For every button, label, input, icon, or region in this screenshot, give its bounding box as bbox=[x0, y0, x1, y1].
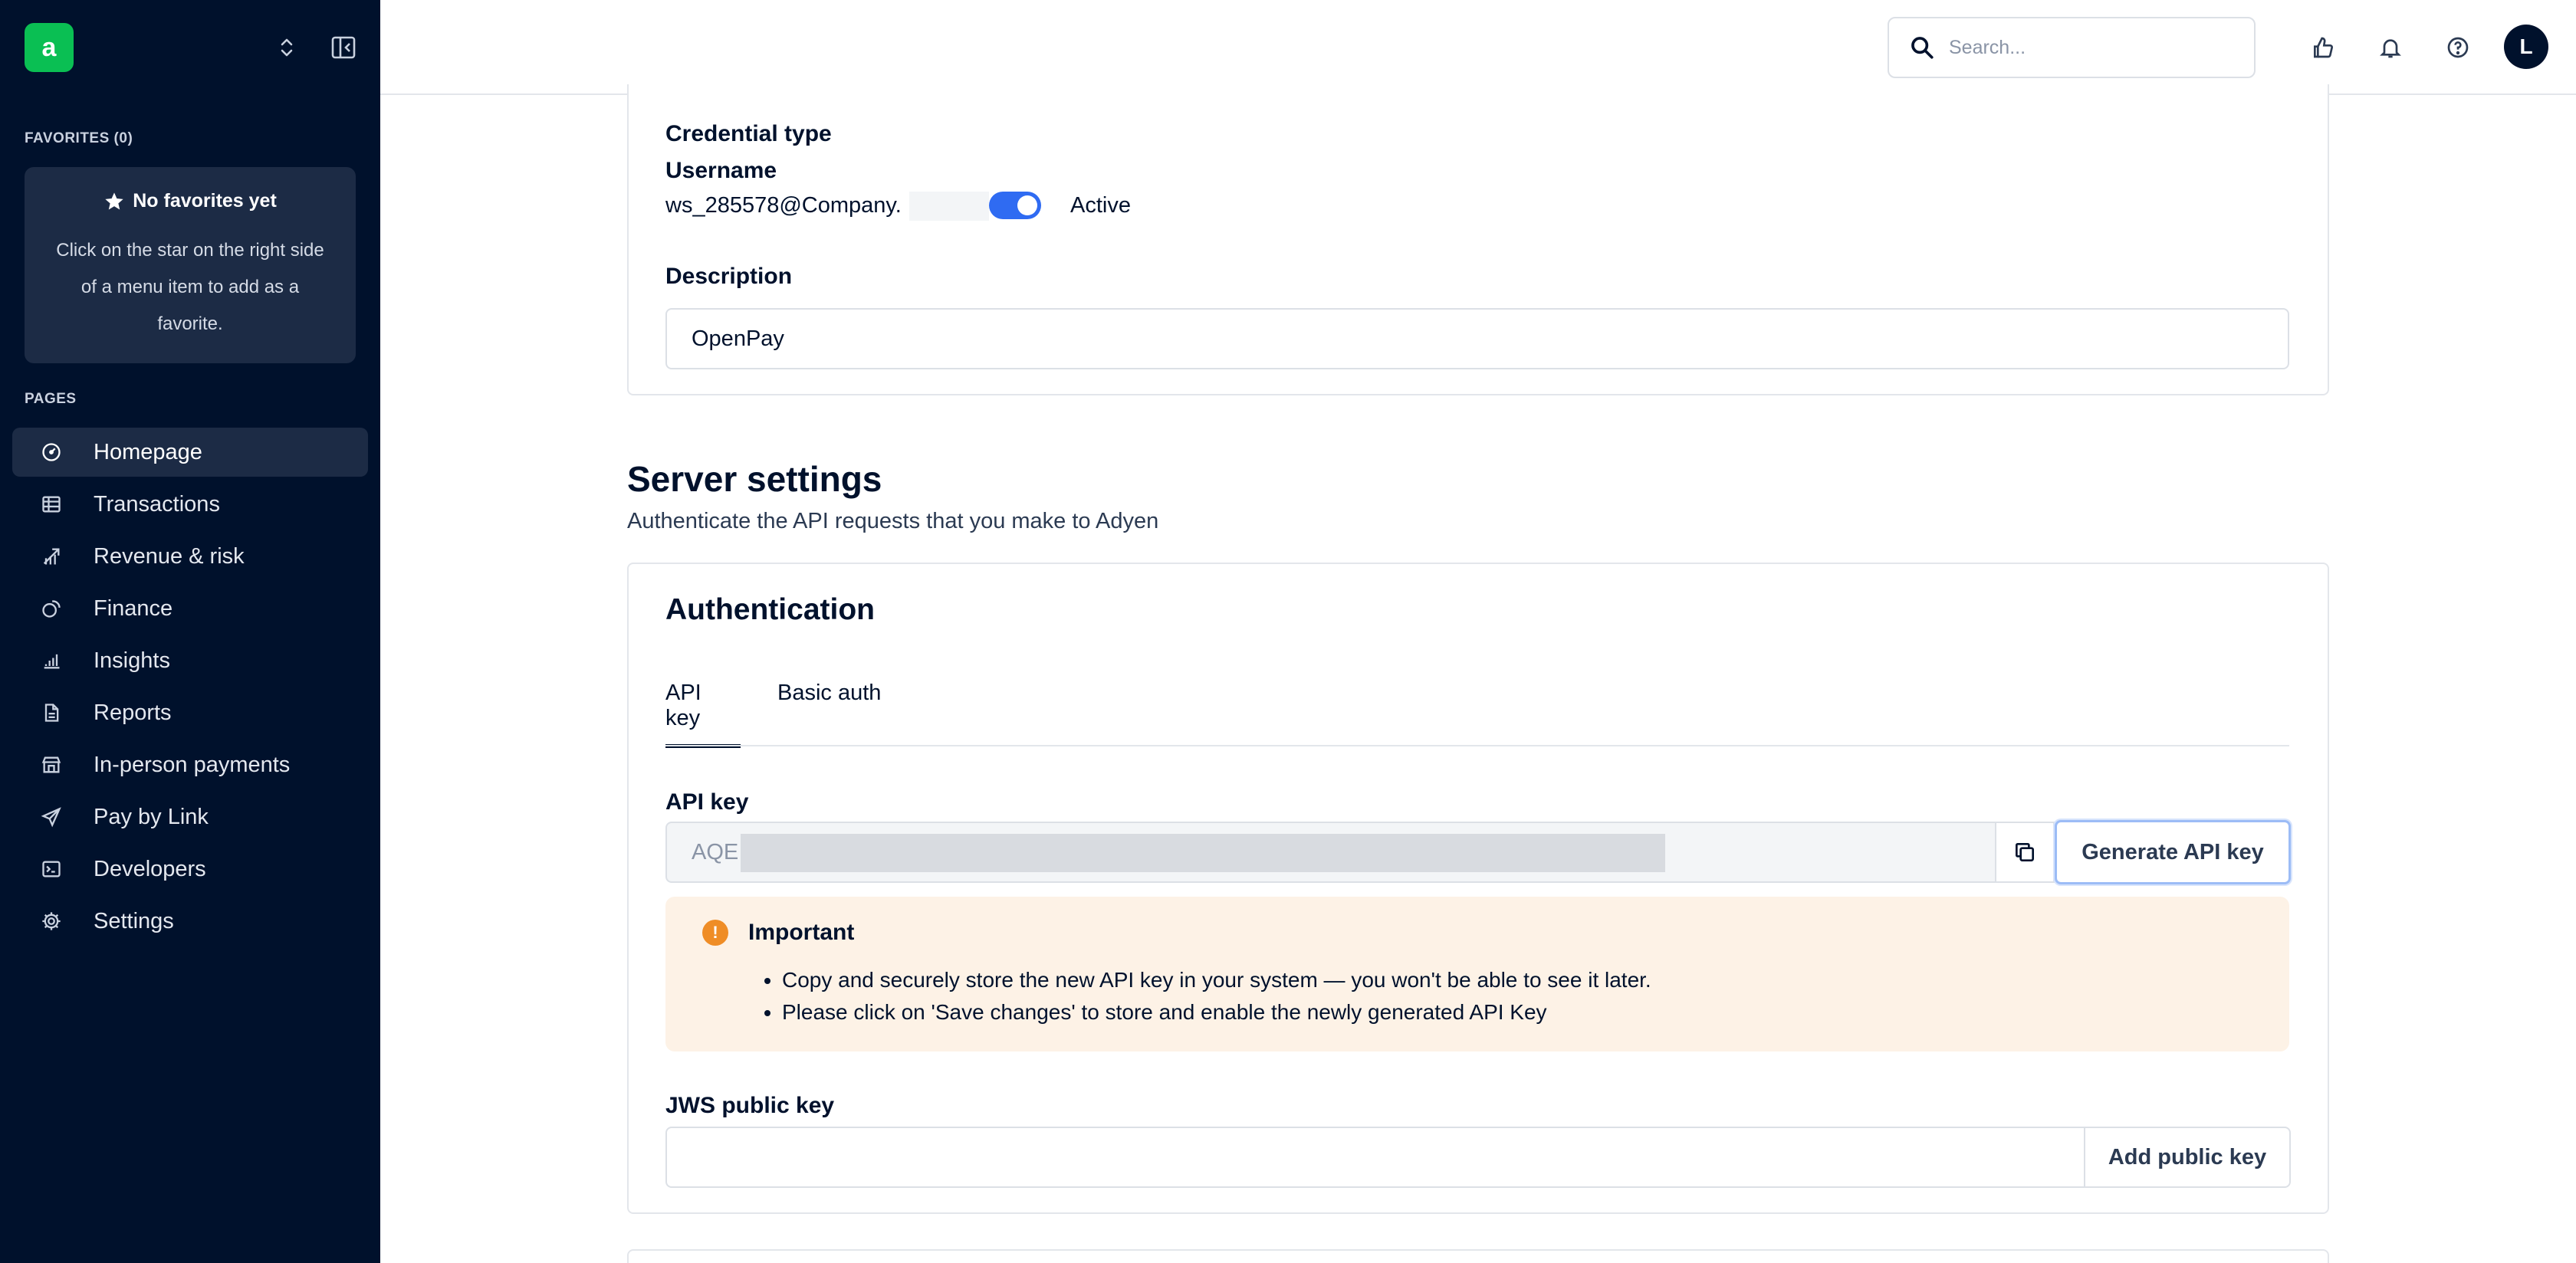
notifications-bell-icon[interactable] bbox=[2371, 28, 2410, 67]
warning-icon: ! bbox=[702, 920, 728, 946]
search-icon bbox=[1911, 37, 1934, 59]
tab-label: API key bbox=[665, 681, 702, 730]
copy-icon bbox=[2016, 843, 2034, 861]
search-input[interactable] bbox=[1949, 36, 2240, 59]
alert-title: Important bbox=[748, 920, 855, 945]
sidebar-item-label: In-person payments bbox=[94, 752, 291, 777]
username-label: Username bbox=[665, 158, 777, 183]
sidebar-item-label: Revenue & risk bbox=[94, 543, 245, 569]
sidebar-item-revenue-risk[interactable]: Revenue & risk bbox=[12, 532, 368, 581]
tabs-divider bbox=[665, 745, 2289, 746]
active-toggle[interactable] bbox=[989, 192, 1041, 219]
table-icon bbox=[38, 491, 64, 517]
logo-letter: a bbox=[41, 33, 57, 62]
alert-item: Copy and securely store the new API key … bbox=[782, 964, 1651, 996]
copy-api-key-button[interactable] bbox=[1996, 822, 2055, 883]
search-box[interactable] bbox=[1888, 17, 2256, 78]
sidebar-item-insights[interactable]: Insights bbox=[12, 636, 368, 685]
sidebar-item-label: Insights bbox=[94, 648, 170, 673]
gear-icon bbox=[38, 908, 64, 934]
sidebar-item-label: Reports bbox=[94, 700, 172, 725]
feedback-thumbs-up-icon[interactable] bbox=[2303, 28, 2343, 67]
active-status-label: Active bbox=[1070, 193, 1131, 218]
api-key-label: API key bbox=[665, 789, 749, 815]
star-icon bbox=[105, 192, 123, 209]
favorites-heading: FAVORITES (0) bbox=[25, 130, 133, 146]
jws-public-key-label: JWS public key bbox=[665, 1093, 835, 1118]
sidebar-item-label: Finance bbox=[94, 595, 173, 621]
credential-type-label: Credential type bbox=[665, 121, 832, 146]
paper-plane-icon bbox=[38, 804, 64, 830]
api-key-redacted-mask bbox=[741, 834, 1665, 872]
sidebar-item-finance[interactable]: Finance bbox=[12, 584, 368, 633]
document-icon bbox=[38, 700, 64, 726]
sidebar-item-settings[interactable]: Settings bbox=[12, 897, 368, 946]
terminal-icon bbox=[38, 856, 64, 882]
jws-public-key-field[interactable] bbox=[665, 1127, 2085, 1188]
description-label: Description bbox=[665, 264, 793, 289]
sidebar-item-homepage[interactable]: Homepage bbox=[12, 428, 368, 477]
tab-api-key[interactable]: API key bbox=[665, 681, 741, 748]
coins-icon bbox=[38, 595, 64, 622]
pages-heading: PAGES bbox=[25, 391, 77, 407]
sidebar-item-label: Developers bbox=[94, 856, 206, 881]
authentication-card bbox=[627, 563, 2329, 1214]
sidebar-item-transactions[interactable]: Transactions bbox=[12, 480, 368, 529]
tab-basic-auth[interactable]: Basic auth bbox=[777, 681, 881, 748]
description-field[interactable]: OpenPay bbox=[665, 308, 2289, 369]
help-question-icon[interactable] bbox=[2438, 28, 2478, 67]
important-alert: ! Important Copy and securely store the … bbox=[665, 897, 2289, 1051]
add-public-key-button[interactable]: Add public key bbox=[2084, 1127, 2291, 1188]
generate-api-key-button[interactable]: Generate API key bbox=[2055, 820, 2291, 884]
favorites-empty-title-text: No favorites yet bbox=[133, 190, 277, 212]
authentication-title: Authentication bbox=[665, 593, 875, 626]
tab-label: Basic auth bbox=[777, 681, 882, 705]
alert-item: Please click on 'Save changes' to store … bbox=[782, 996, 1651, 1028]
api-key-prefix: AQE bbox=[692, 839, 739, 864]
favorites-empty-title: No favorites yet bbox=[25, 190, 356, 212]
sidebar-nav: Homepage Transactions Revenue & risk Fin… bbox=[12, 428, 368, 949]
collapse-sidebar-icon[interactable] bbox=[328, 32, 359, 63]
server-settings-subtitle: Authenticate the API requests that you m… bbox=[627, 509, 1159, 533]
favorites-empty-text: Click on the star on the right side of a… bbox=[56, 240, 324, 334]
avatar[interactable]: L bbox=[2504, 25, 2548, 69]
username-masked bbox=[909, 192, 989, 221]
alert-list: Copy and securely store the new API key … bbox=[782, 964, 1651, 1028]
username-value: ws_285578@Company. bbox=[665, 193, 902, 218]
revenue-risk-icon bbox=[38, 543, 64, 569]
api-key-field[interactable]: AQE bbox=[665, 822, 1996, 883]
topbar: L bbox=[380, 0, 2576, 95]
dashboard-gauge-icon bbox=[38, 439, 64, 465]
description-value: OpenPay bbox=[692, 326, 784, 351]
sidebar-item-label: Settings bbox=[94, 908, 174, 933]
sidebar: a FAVORITES (0) No favorites yet Click o… bbox=[0, 0, 380, 1263]
sidebar-item-developers[interactable]: Developers bbox=[12, 845, 368, 894]
sidebar-item-label: Homepage bbox=[94, 439, 202, 464]
sidebar-item-in-person-payments[interactable]: In-person payments bbox=[12, 740, 368, 789]
sidebar-item-label: Pay by Link bbox=[94, 804, 209, 829]
favorites-empty-card: No favorites yet Click on the star on th… bbox=[25, 167, 356, 363]
next-card bbox=[627, 1249, 2329, 1263]
bar-chart-icon bbox=[38, 648, 64, 674]
store-icon bbox=[38, 752, 64, 778]
app-logo[interactable]: a bbox=[25, 23, 74, 72]
account-switcher-chevron-icon[interactable] bbox=[273, 32, 301, 63]
sidebar-item-label: Transactions bbox=[94, 491, 220, 517]
server-settings-title: Server settings bbox=[627, 459, 882, 499]
sidebar-item-reports[interactable]: Reports bbox=[12, 688, 368, 737]
sidebar-item-pay-by-link[interactable]: Pay by Link bbox=[12, 792, 368, 841]
